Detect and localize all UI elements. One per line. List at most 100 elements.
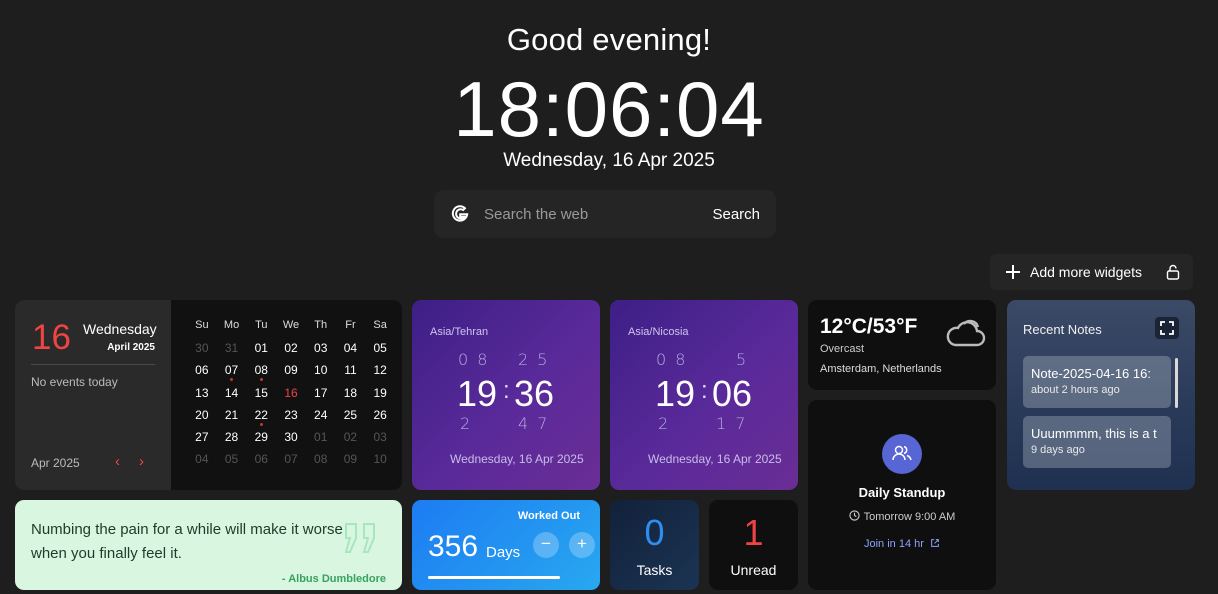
expand-icon[interactable]: [1155, 317, 1179, 339]
lock-icon[interactable]: [1165, 264, 1181, 280]
calendar-day[interactable]: 03: [306, 340, 336, 362]
calendar-day[interactable]: 19: [365, 385, 395, 407]
meeting-avatar: [882, 434, 922, 474]
quote-widget: Numbing the pain for a while will make i…: [15, 500, 402, 590]
users-icon: [892, 445, 912, 461]
note-item[interactable]: Note-2025-04-16 16: about 2 hours ago: [1023, 356, 1171, 408]
unread-label: Unread: [730, 562, 777, 578]
calendar-day[interactable]: 23: [276, 407, 306, 429]
calendar-day[interactable]: 04: [187, 451, 217, 473]
world-clock-date: Wednesday, 16 Apr 2025: [648, 452, 782, 466]
world-clock-date: Wednesday, 16 Apr 2025: [450, 452, 584, 466]
add-widgets-button[interactable]: Add more widgets: [990, 254, 1193, 290]
calendar-day[interactable]: 27: [187, 429, 217, 451]
calendar-day[interactable]: 09: [276, 362, 306, 384]
calendar-day[interactable]: 10: [306, 362, 336, 384]
calendar-day[interactable]: 22: [246, 407, 276, 429]
external-link-icon: [931, 539, 939, 547]
calendar-day[interactable]: 11: [336, 362, 366, 384]
calendar-day[interactable]: 02: [276, 340, 306, 362]
calendar-day[interactable]: 12: [365, 362, 395, 384]
prev-minute: 2 5: [518, 350, 550, 369]
calendar-prev-button[interactable]: ‹: [115, 453, 120, 470]
calendar-day[interactable]: 14: [217, 385, 247, 407]
timezone-label: Asia/Nicosia: [628, 326, 689, 338]
calendar-day[interactable]: 21: [217, 407, 247, 429]
calendar-day[interactable]: 08: [306, 451, 336, 473]
calendar-day[interactable]: 05: [217, 451, 247, 473]
workout-count: 356: [428, 530, 479, 563]
calendar-weekday-header: We: [282, 319, 300, 331]
calendar-footer-month: Apr 2025: [31, 456, 80, 470]
calendar-day[interactable]: 26: [365, 407, 395, 429]
note-time: 9 days ago: [1031, 444, 1085, 456]
calendar-day[interactable]: 06: [187, 362, 217, 384]
calendar-day[interactable]: 18: [336, 385, 366, 407]
calendar-weekday-header: Su: [195, 319, 209, 331]
calendar-day[interactable]: 20: [187, 407, 217, 429]
calendar-day[interactable]: 13: [187, 385, 217, 407]
minute: 06: [712, 373, 753, 414]
plus-icon: [1006, 265, 1020, 279]
tasks-widget[interactable]: 0 Tasks: [610, 500, 699, 590]
increment-button[interactable]: +: [569, 532, 595, 558]
note-item[interactable]: Uuummmm, this is a t 9 days ago: [1023, 416, 1171, 468]
tasks-count: 0: [644, 512, 665, 553]
search-input[interactable]: [484, 205, 713, 223]
calendar-day[interactable]: 01: [246, 340, 276, 362]
calendar-day[interactable]: 28: [217, 429, 247, 451]
calendar-no-events: No events today: [31, 375, 118, 389]
calendar-weekday-header: Sa: [373, 319, 387, 331]
colon: :: [701, 377, 708, 404]
weather-widget: 12°C/53°F Overcast Amsterdam, Netherland…: [808, 300, 996, 390]
weather-temperature: 12°C/53°F: [820, 315, 918, 338]
calendar-day[interactable]: 09: [336, 451, 366, 473]
hour: 19: [457, 373, 498, 414]
greeting: Good evening!: [506, 22, 712, 57]
calendar-day[interactable]: 04: [336, 340, 366, 362]
meeting-join-link[interactable]: Join in 14 hr: [808, 538, 996, 550]
calendar-summary: 16 Wednesday April 2025 No events today …: [15, 300, 171, 490]
next-minute: 1 7: [716, 414, 748, 433]
calendar-day[interactable]: 10: [365, 451, 395, 473]
next-hour: 2: [658, 414, 671, 433]
calendar-day[interactable]: 31: [217, 340, 247, 362]
main-clock: 18:06:04: [453, 65, 765, 153]
calendar-day[interactable]: 29: [246, 429, 276, 451]
next-hour: 2: [460, 414, 473, 433]
add-widgets-label: Add more widgets: [1030, 264, 1143, 280]
notes-scrollbar[interactable]: [1175, 358, 1178, 408]
calendar-day[interactable]: 30: [187, 340, 217, 362]
calendar-day[interactable]: 03: [365, 429, 395, 451]
calendar-day[interactable]: 07: [217, 362, 247, 384]
calendar-widget: 16 Wednesday April 2025 No events today …: [15, 300, 402, 490]
calendar-day[interactable]: 15: [246, 385, 276, 407]
calendar-next-button[interactable]: ›: [139, 453, 144, 470]
calendar-day[interactable]: 05: [365, 340, 395, 362]
calendar-month-year: April 2025: [107, 342, 155, 353]
calendar-day[interactable]: 08: [246, 362, 276, 384]
recent-notes-widget: Recent Notes Note-2025-04-16 16: about 2…: [1007, 300, 1195, 490]
calendar-day-today[interactable]: 16: [276, 385, 306, 407]
calendar-weekday: Wednesday: [83, 321, 157, 337]
quote-author: - Albus Dumbledore: [281, 573, 386, 585]
calendar-day[interactable]: 25: [336, 407, 366, 429]
unread-widget[interactable]: 1 Unread: [709, 500, 798, 590]
search-button[interactable]: Search: [712, 206, 760, 223]
calendar-day[interactable]: 24: [306, 407, 336, 429]
workout-progress-bar: [428, 576, 560, 579]
calendar-day[interactable]: 02: [336, 429, 366, 451]
weather-condition: Overcast: [820, 343, 865, 355]
join-label: Join in 14 hr: [864, 538, 924, 550]
date-line: Wednesday, 16 Apr 2025: [503, 150, 715, 171]
note-time: about 2 hours ago: [1031, 384, 1120, 396]
calendar-day[interactable]: 30: [276, 429, 306, 451]
decrement-button[interactable]: −: [533, 532, 559, 558]
meeting-widget: Daily Standup Tomorrow 9:00 AM Join in 1…: [808, 400, 996, 590]
calendar-day[interactable]: 07: [276, 451, 306, 473]
calendar-day[interactable]: 17: [306, 385, 336, 407]
meeting-time-label: Tomorrow 9:00 AM: [863, 511, 956, 523]
calendar-day[interactable]: 06: [246, 451, 276, 473]
next-minute: 4 7: [518, 414, 550, 433]
calendar-day[interactable]: 01: [306, 429, 336, 451]
